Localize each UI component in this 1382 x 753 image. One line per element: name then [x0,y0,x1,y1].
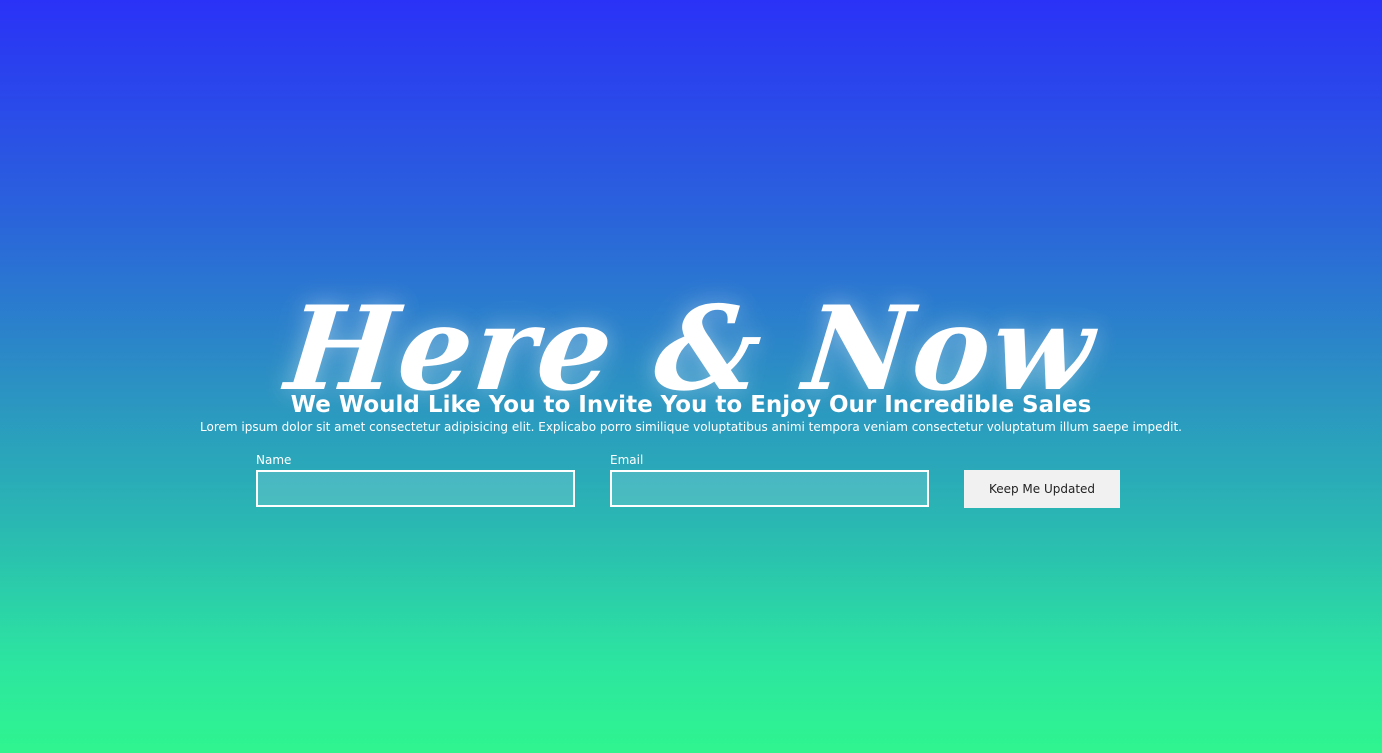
name-label: Name [256,453,292,467]
email-input[interactable] [610,470,929,507]
email-label: Email [610,453,644,467]
hero-section: Here & Now We Would Like You to Invite Y… [0,0,1382,753]
name-field-group: Name [256,452,575,507]
email-field-group: Email [610,452,929,507]
hero-description: Lorem ipsum dolor sit amet consectetur a… [200,420,1182,434]
keep-me-updated-button[interactable]: Keep Me Updated [964,470,1120,508]
name-input[interactable] [256,470,575,507]
hero-subtitle: We Would Like You to Invite You to Enjoy… [290,392,1092,419]
signup-form: Name Email Keep Me Updated [256,452,1126,512]
